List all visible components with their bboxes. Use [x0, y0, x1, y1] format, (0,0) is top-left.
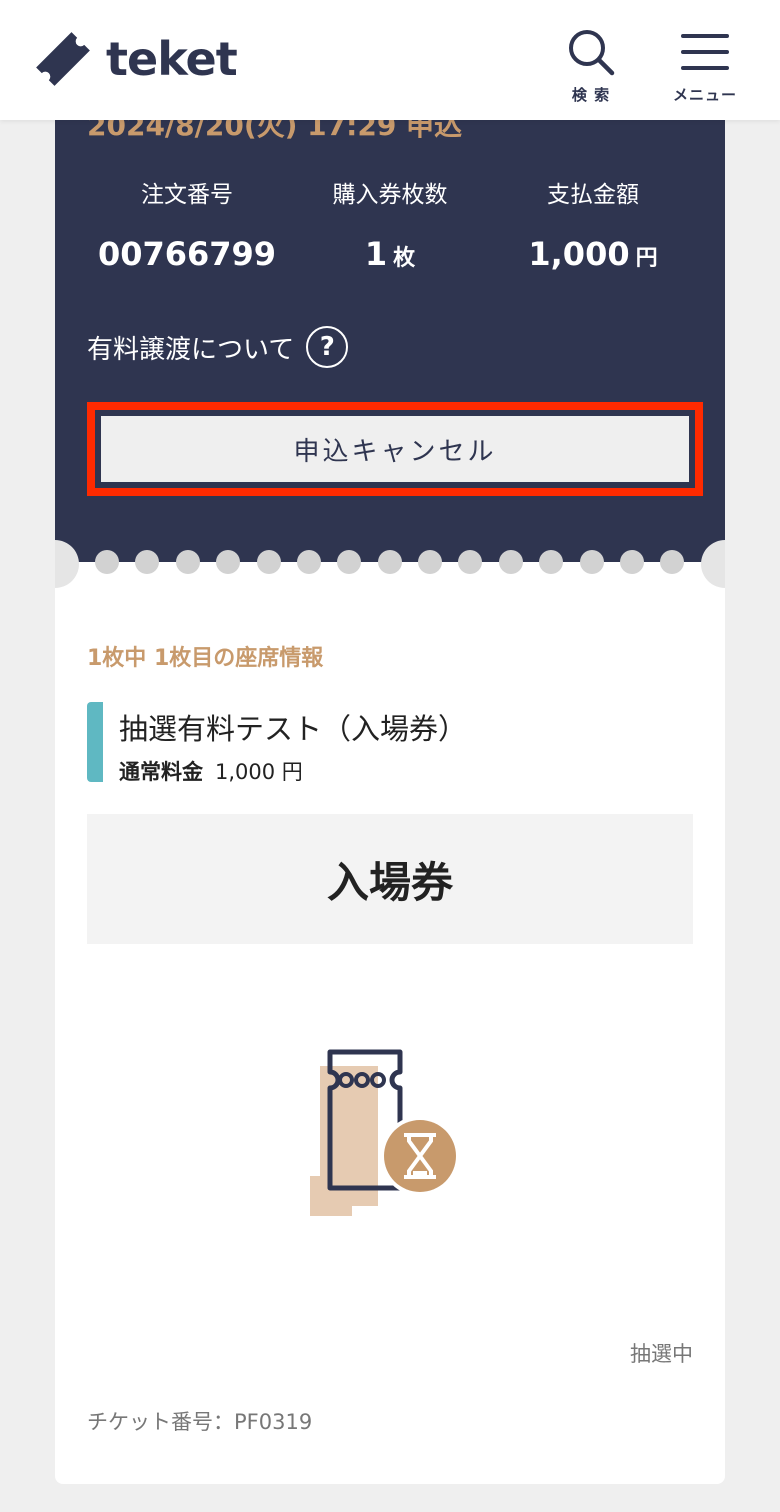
payment-amount-caption: 支払金額: [547, 182, 639, 208]
perforation-dot: [539, 550, 563, 574]
perforation-dot: [95, 550, 119, 574]
paid-transfer-link[interactable]: 有料譲渡について ?: [87, 326, 349, 368]
paid-transfer-label: 有料譲渡について: [87, 334, 295, 365]
teket-logo[interactable]: teket: [30, 26, 238, 92]
ticket-perforation: [55, 540, 725, 588]
logo-text: teket: [106, 32, 238, 86]
perforation-dot: [297, 550, 321, 574]
seat-info-title: 1枚中 1枚目の座席情報: [87, 646, 324, 671]
ticket-count-unit: 枚: [393, 246, 416, 271]
cancel-application-button[interactable]: 申込キャンセル: [101, 416, 689, 482]
perforation-dot: [580, 550, 604, 574]
ticket-logo-icon: [36, 32, 90, 86]
search-label: 検 索: [571, 86, 611, 104]
cancel-highlight-frame: 申込キャンセル: [87, 402, 703, 496]
order-number-caption: 注文番号: [141, 182, 233, 208]
perforation-dot: [620, 550, 644, 574]
ticket-type-price: 通常料金 1,000 円: [119, 756, 467, 786]
perforation-notch-right: [701, 540, 725, 588]
search-icon: [569, 30, 615, 76]
perforation-dot: [216, 550, 240, 574]
hamburger-menu-icon: [681, 34, 729, 70]
ticket-label-box: 入場券: [87, 814, 693, 944]
lottery-status: 抽選中: [630, 1342, 693, 1366]
order-number-value: 00766799: [97, 235, 277, 273]
search-button[interactable]: 検 索: [564, 28, 618, 105]
ticket-count-value: 1枚: [290, 235, 490, 273]
ticket-type-color-bar: [87, 702, 103, 782]
help-icon[interactable]: ?: [306, 326, 349, 368]
lottery-pending-ticket-icon: [310, 1049, 460, 1216]
ticket-count-block: 購入券枚数 1枚: [290, 175, 490, 273]
perforation-dot: [499, 550, 523, 574]
perforation-dot: [337, 550, 361, 574]
ticket-count-caption: 購入券枚数: [332, 182, 448, 208]
menu-label: メニュー: [672, 86, 737, 104]
perforation-dot: [176, 550, 200, 574]
order-number-block: 注文番号 00766799: [87, 175, 287, 273]
payment-amount-number: 1,000: [528, 235, 630, 273]
payment-amount-unit: 円: [635, 246, 658, 271]
perforation-dot: [660, 550, 684, 574]
perforation-dot: [378, 550, 402, 574]
price-value: 1,000 円: [215, 760, 303, 784]
ticket-count-number: 1: [364, 235, 388, 273]
menu-button[interactable]: メニュー: [668, 28, 742, 105]
perforation-dot: [458, 550, 482, 574]
price-type-label: 通常料金: [119, 760, 203, 784]
perforation-dot: [135, 550, 159, 574]
perforation-dot: [418, 550, 442, 574]
perforation-dot: [257, 550, 281, 574]
ticket-card: 2024/8/20(火) 17:29 申込 注文番号 00766799 購入券枚…: [55, 0, 725, 1484]
perforation-notch-left: [55, 540, 79, 588]
payment-amount-value: 1,000 円: [493, 235, 693, 273]
ticket-type-name: 抽選有料テスト（入場券）: [119, 712, 468, 746]
app-header: teket 検 索 メニュー: [0, 0, 780, 120]
ticket-type-block: 抽選有料テスト（入場券） 通常料金 1,000 円: [87, 702, 468, 784]
ticket-number: チケット番号：PF0319: [87, 1410, 313, 1434]
payment-amount-block: 支払金額 1,000 円: [493, 175, 693, 273]
